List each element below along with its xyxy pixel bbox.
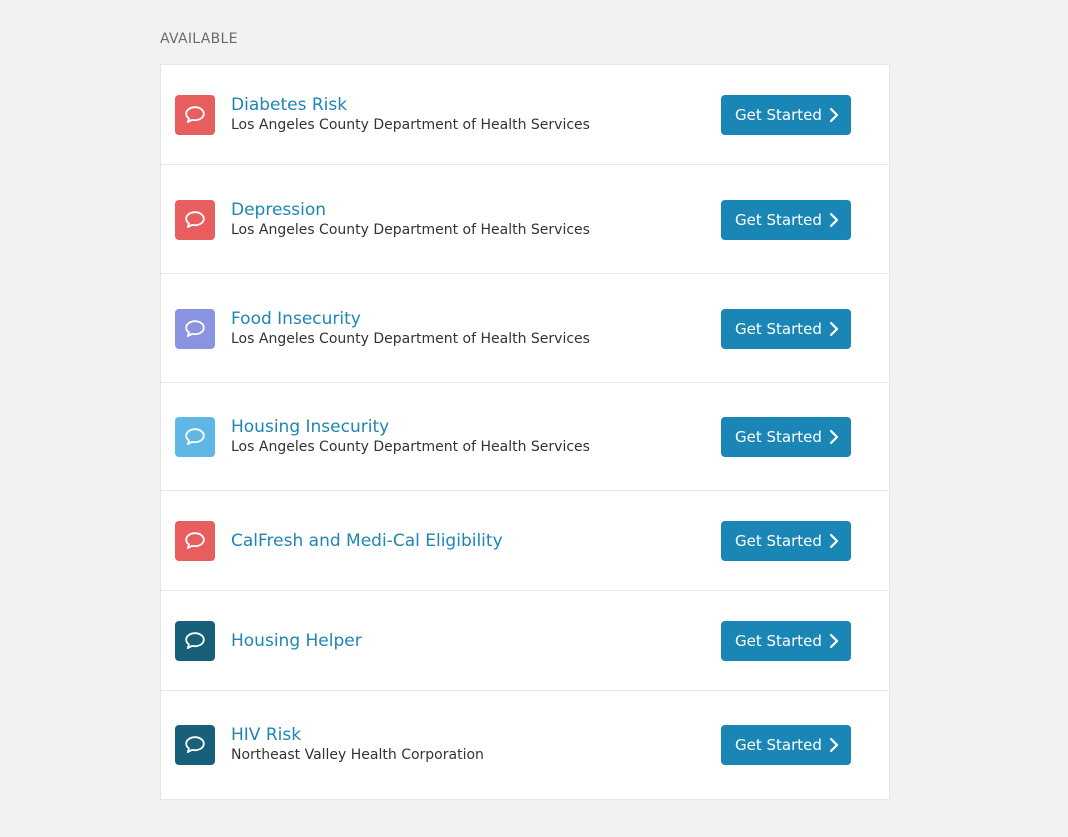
chevron-right-icon xyxy=(829,212,839,232)
item-text: Housing Helper xyxy=(231,631,689,651)
item-title[interactable]: HIV Risk xyxy=(231,725,689,745)
chat-bubble-icon xyxy=(175,417,215,457)
item-organization: Los Angeles County Department of Health … xyxy=(231,439,590,455)
item-text: HIV Risk Northeast Valley Health Corporat… xyxy=(231,725,689,764)
item-title[interactable]: Depression xyxy=(231,200,689,220)
assessment-list: Diabetes Risk Los Angeles County Departme… xyxy=(160,64,890,800)
item-text: Depression Los Angeles County Department … xyxy=(231,200,689,239)
chat-bubble-icon xyxy=(175,725,215,765)
item-text: Food Insecurity Los Angeles County Depart… xyxy=(231,309,689,348)
item-organization: Los Angeles County Department of Health … xyxy=(231,221,590,238)
get-started-label: Get Started xyxy=(735,210,822,229)
chevron-right-icon xyxy=(829,321,839,341)
item-text: CalFresh and Medi-Cal Eligibility xyxy=(231,531,689,551)
item-title[interactable]: Diabetes Risk xyxy=(231,95,689,115)
item-organization: Los Angeles County Department of Health … xyxy=(231,117,590,133)
get-started-button[interactable]: Get Started xyxy=(721,95,851,135)
list-item: Diabetes Risk Los Angeles County Departme… xyxy=(161,65,889,165)
list-item: Food Insecurity Los Angeles County Depart… xyxy=(161,274,889,383)
list-item: HIV Risk Northeast Valley Health Corporat… xyxy=(161,691,889,799)
get-started-button[interactable]: Get Started xyxy=(721,308,851,349)
item-title[interactable]: Housing Helper xyxy=(231,631,689,651)
item-organization: Northeast Valley Health Corporation xyxy=(231,747,484,763)
item-title[interactable]: Food Insecurity xyxy=(231,309,689,329)
chat-bubble-icon xyxy=(175,308,215,349)
get-started-button[interactable]: Get Started xyxy=(721,725,851,765)
chevron-right-icon xyxy=(829,107,839,127)
get-started-button[interactable]: Get Started xyxy=(721,621,851,661)
item-text: Diabetes Risk Los Angeles County Departme… xyxy=(231,95,689,134)
get-started-label: Get Started xyxy=(735,106,822,124)
item-title[interactable]: CalFresh and Medi-Cal Eligibility xyxy=(231,531,689,551)
item-organization: Los Angeles County Department of Health … xyxy=(231,330,590,347)
item-title[interactable]: Housing Insecurity xyxy=(231,417,689,437)
chat-bubble-icon xyxy=(175,95,215,135)
get-started-button[interactable]: Get Started xyxy=(721,521,851,561)
chat-bubble-icon xyxy=(175,521,215,561)
list-item: Housing Insecurity Los Angeles County Dep… xyxy=(161,383,889,491)
chat-bubble-icon xyxy=(175,621,215,661)
chevron-right-icon xyxy=(829,533,839,553)
get-started-label: Get Started xyxy=(735,428,822,446)
item-text: Housing Insecurity Los Angeles County Dep… xyxy=(231,417,689,456)
section-label: AVAILABLE xyxy=(160,31,238,47)
chat-bubble-icon xyxy=(175,199,215,240)
chevron-right-icon xyxy=(829,633,839,653)
chevron-right-icon xyxy=(829,429,839,449)
list-item: Housing Helper Get Started xyxy=(161,591,889,691)
get-started-label: Get Started xyxy=(735,319,822,338)
get-started-label: Get Started xyxy=(735,532,822,550)
list-item: CalFresh and Medi-Cal Eligibility Get Sta… xyxy=(161,491,889,591)
get-started-label: Get Started xyxy=(735,736,822,754)
get-started-button[interactable]: Get Started xyxy=(721,199,851,240)
list-item: Depression Los Angeles County Department … xyxy=(161,165,889,274)
get-started-button[interactable]: Get Started xyxy=(721,417,851,457)
chevron-right-icon xyxy=(829,737,839,757)
get-started-label: Get Started xyxy=(735,632,822,650)
